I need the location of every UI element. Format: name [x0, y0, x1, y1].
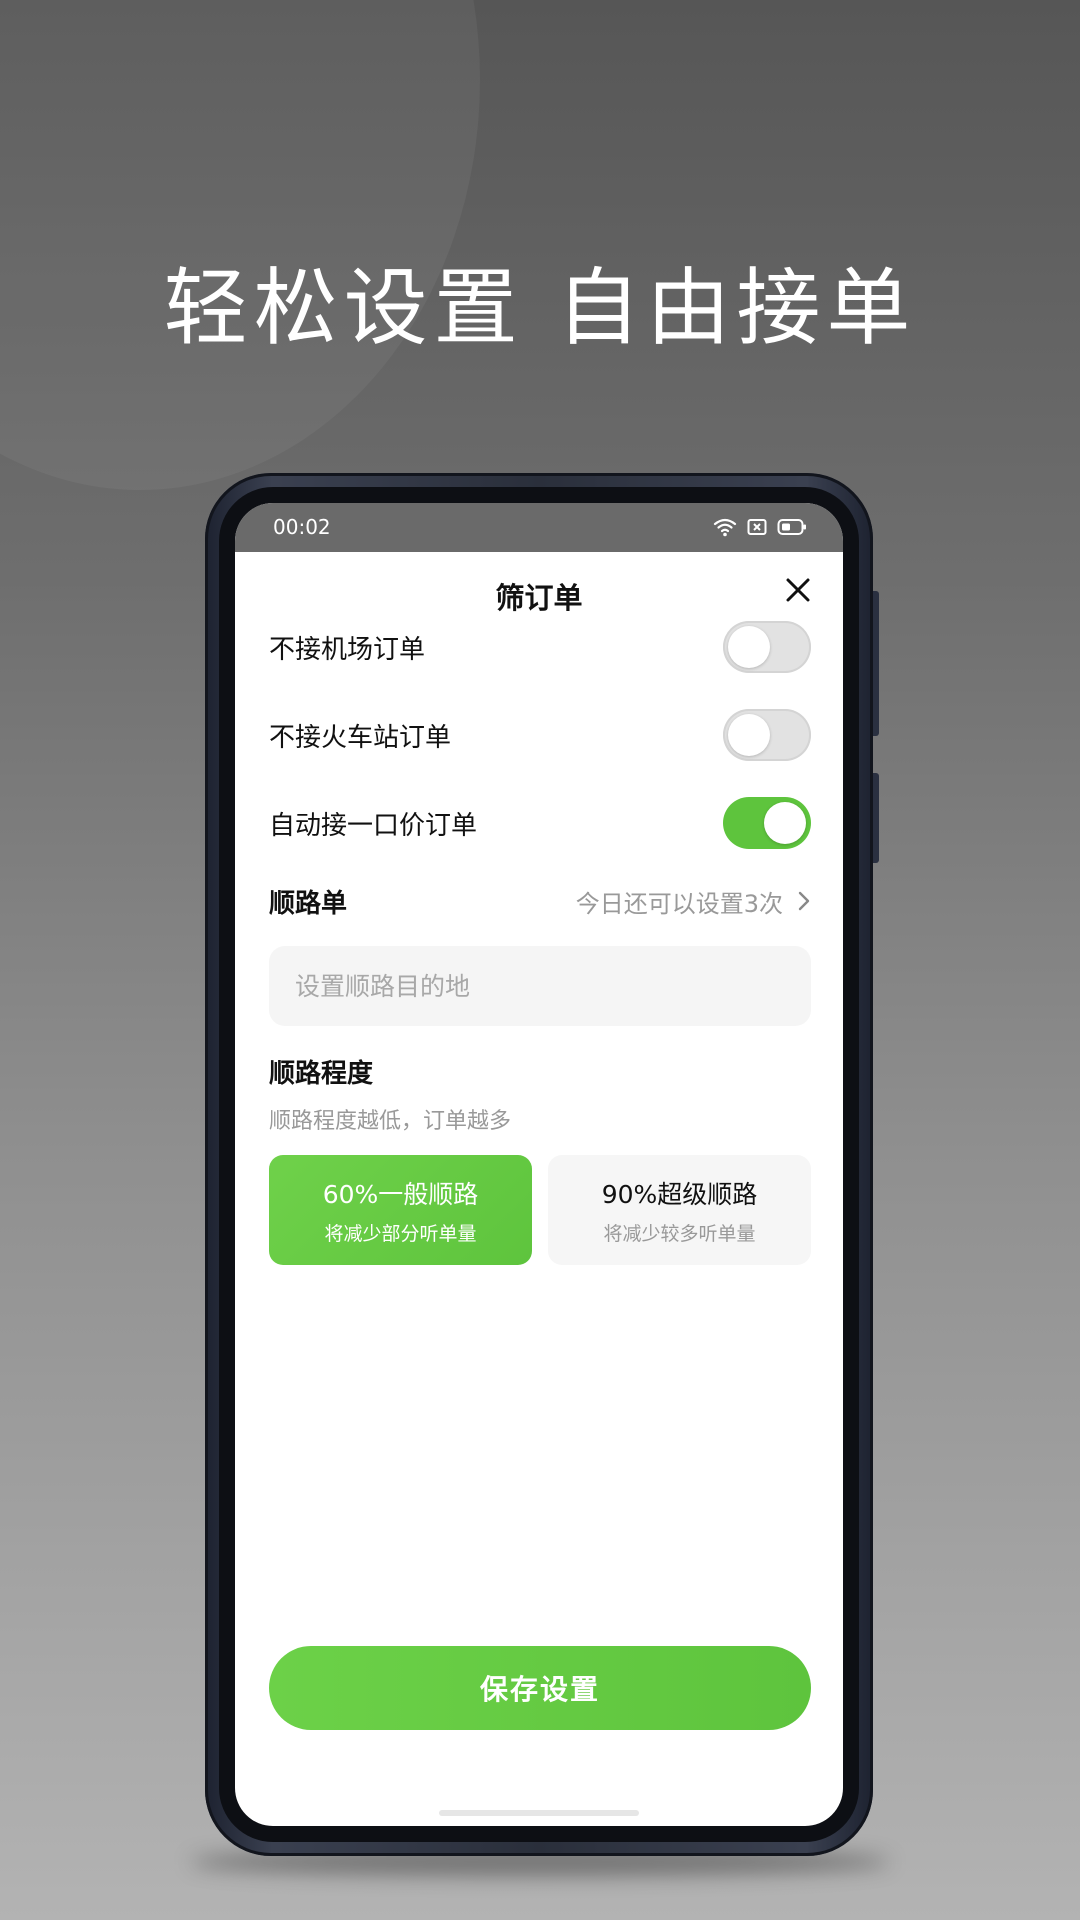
close-button[interactable]	[783, 575, 813, 605]
toggle-knob	[728, 714, 770, 756]
route-order-row: 顺路单 今日还可以设置3次	[269, 875, 811, 927]
route-degree-label: 顺路程度	[269, 1058, 374, 1089]
phone-frame: 00:02 筛订单 不接机场订单 不接火车站订单 自动接一口价订单 顺路单 今日…	[205, 473, 879, 1856]
phone-screen: 00:02 筛订单 不接机场订单 不接火车站订单 自动接一口价订单 顺路单 今日…	[235, 503, 843, 1826]
toggle-train-station-orders[interactable]	[723, 709, 811, 761]
toggle-airport-orders[interactable]	[723, 621, 811, 673]
status-time: 00:02	[273, 515, 331, 539]
route-option-90[interactable]: 90%超级顺路 将减少较多听单量	[548, 1155, 811, 1265]
phone-side-button-power	[873, 773, 879, 863]
toggle-row-fixed-price: 自动接一口价订单	[269, 797, 811, 849]
route-option-60-subtitle: 将减少部分听单量	[324, 1222, 477, 1245]
promo-headline: 轻松设置 自由接单	[163, 259, 917, 357]
route-degree-note: 顺路程度越低，订单越多	[269, 1109, 512, 1134]
toggle-label-train-station: 不接火车站订单	[269, 722, 452, 753]
save-settings-button[interactable]: 保存设置	[269, 1646, 811, 1730]
route-option-90-subtitle: 将减少较多听单量	[603, 1222, 756, 1245]
route-option-90-title: 90%超级顺路	[601, 1179, 758, 1209]
route-option-60-title: 60%一般顺路	[322, 1179, 479, 1209]
battery-icon	[777, 518, 807, 540]
sim-icon	[747, 518, 767, 540]
toggle-label-fixed-price: 自动接一口价订单	[269, 810, 478, 841]
toggle-label-airport: 不接机场订单	[269, 634, 426, 665]
toggle-row-airport: 不接机场订单	[269, 621, 811, 673]
wifi-icon	[713, 517, 737, 541]
phone-side-button-volume	[873, 591, 879, 736]
status-bar: 00:02	[235, 503, 843, 552]
dialog-title: 筛订单	[495, 581, 583, 615]
route-destination-input[interactable]	[269, 946, 811, 1026]
toggle-knob	[728, 626, 770, 668]
home-indicator[interactable]	[439, 1810, 639, 1816]
route-order-remaining-text: 今日还可以设置3次	[575, 889, 783, 918]
toggle-knob	[764, 802, 806, 844]
close-icon	[786, 578, 810, 602]
route-order-label: 顺路单	[269, 888, 348, 919]
toggle-fixed-price-orders[interactable]	[723, 797, 811, 849]
route-order-remaining-link[interactable]: 今日还可以设置3次	[576, 884, 811, 919]
decorative-circle	[0, 0, 480, 490]
chevron-right-icon	[798, 891, 810, 911]
status-icons	[713, 517, 807, 541]
toggle-row-train-station: 不接火车站订单	[269, 709, 811, 761]
promo-page: 轻松设置 自由接单 00:02 筛订单 不接机场订单 不接火车站订单 自动接一口…	[0, 0, 1080, 1920]
route-degree-header: 顺路程度	[269, 1051, 811, 1091]
route-option-60[interactable]: 60%一般顺路 将减少部分听单量	[269, 1155, 532, 1265]
